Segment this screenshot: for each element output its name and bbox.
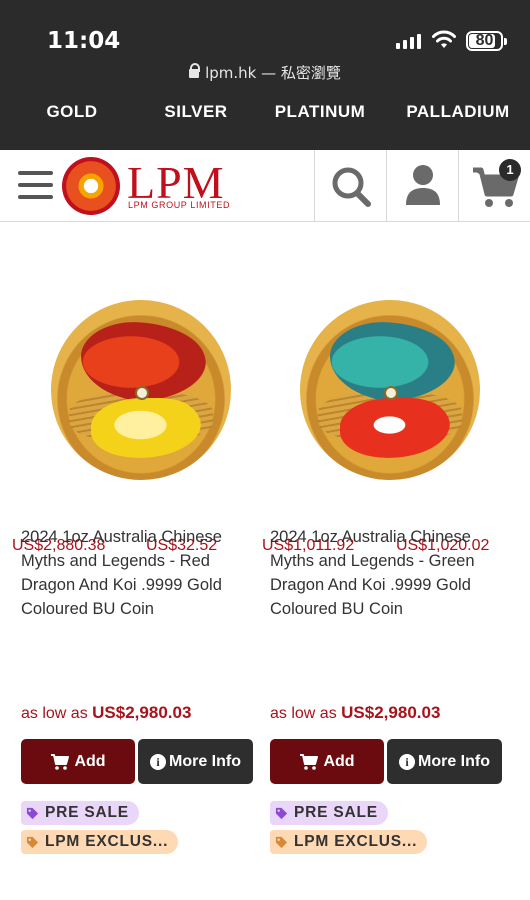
price-prefix: as low as — [270, 705, 337, 722]
pre-sale-tag: PRE SALE — [270, 801, 388, 825]
info-icon: i — [399, 753, 415, 770]
price-value: US$2,980.03 — [92, 703, 192, 722]
more-info-button[interactable]: i More Info — [138, 739, 253, 784]
cart-count-badge: 1 — [499, 159, 521, 181]
lpm-exclusive-tag: LPM EXCLUS... — [270, 830, 428, 854]
product-title[interactable]: 2024 1oz Australia Chinese Myths and Leg… — [21, 525, 256, 621]
search-icon — [332, 167, 371, 207]
cart-icon — [51, 753, 70, 770]
tag-label: LPM EXCLUS... — [294, 833, 418, 850]
metal-price-ticker: GOLD US$2,880.38 SILVER US$32.52 PLATINU… — [0, 95, 530, 554]
logo-mark — [62, 157, 120, 215]
product-image[interactable] — [300, 300, 480, 480]
tag-icon — [275, 807, 288, 819]
add-to-cart-button[interactable]: Add — [270, 739, 384, 784]
metal-palladium[interactable]: PALLADIUM US$1,020.02 — [396, 102, 520, 554]
more-info-button[interactable]: i More Info — [387, 739, 502, 784]
tag-icon — [275, 836, 288, 848]
tag-icon — [26, 836, 39, 848]
lpm-exclusive-tag: LPM EXCLUS... — [21, 830, 179, 854]
pre-sale-tag: PRE SALE — [21, 801, 139, 825]
cart-icon — [300, 753, 319, 770]
lock-icon — [189, 63, 201, 78]
tag-label: PRE SALE — [45, 804, 129, 821]
status-bar: 11:04 80 lpm.hk — 私密瀏覽 — [0, 0, 530, 95]
info-icon: i — [150, 753, 166, 770]
tag-label: PRE SALE — [294, 804, 378, 821]
product-image[interactable] — [51, 300, 231, 480]
product-price: as low as US$2,980.03 — [270, 703, 440, 723]
wifi-icon — [432, 30, 456, 48]
metal-name: PLATINUM — [274, 102, 366, 121]
metal-silver[interactable]: SILVER US$32.52 — [146, 102, 246, 554]
add-to-cart-button[interactable]: Add — [21, 739, 135, 784]
price-prefix: as low as — [21, 705, 88, 722]
hamburger-icon[interactable] — [18, 171, 53, 201]
status-time: 11:04 — [47, 28, 121, 54]
metal-gold[interactable]: GOLD US$2,880.38 — [12, 102, 132, 554]
price-value: US$2,980.03 — [341, 703, 441, 722]
user-icon — [406, 165, 440, 205]
metal-name: SILVER — [164, 102, 228, 121]
site-header: LPM LPM GROUP LIMITED 1 — [0, 150, 530, 222]
more-info-label: More Info — [418, 752, 490, 770]
url-bar[interactable]: lpm.hk — 私密瀏覽 — [0, 62, 530, 83]
cart-icon — [473, 167, 519, 207]
metal-platinum[interactable]: PLATINUM US$1,011.92 — [262, 102, 378, 554]
add-label: Add — [74, 752, 106, 770]
metal-name: PALLADIUM — [406, 102, 510, 121]
cart-button[interactable]: 1 — [458, 150, 530, 221]
metal-name: GOLD — [46, 102, 98, 121]
account-button[interactable] — [386, 150, 458, 221]
logo-subtitle: LPM GROUP LIMITED — [128, 200, 231, 210]
signal-icon — [396, 34, 421, 49]
product-title[interactable]: 2024 1oz Australia Chinese Myths and Leg… — [270, 525, 505, 621]
add-label: Add — [323, 752, 355, 770]
battery-icon: 80 — [466, 31, 507, 51]
tag-icon — [26, 807, 39, 819]
url-text: lpm.hk — 私密瀏覽 — [205, 64, 341, 82]
product-price: as low as US$2,980.03 — [21, 703, 191, 723]
more-info-label: More Info — [169, 752, 241, 770]
tag-label: LPM EXCLUS... — [45, 833, 169, 850]
search-button[interactable] — [314, 150, 386, 221]
battery-level: 80 — [475, 32, 494, 49]
